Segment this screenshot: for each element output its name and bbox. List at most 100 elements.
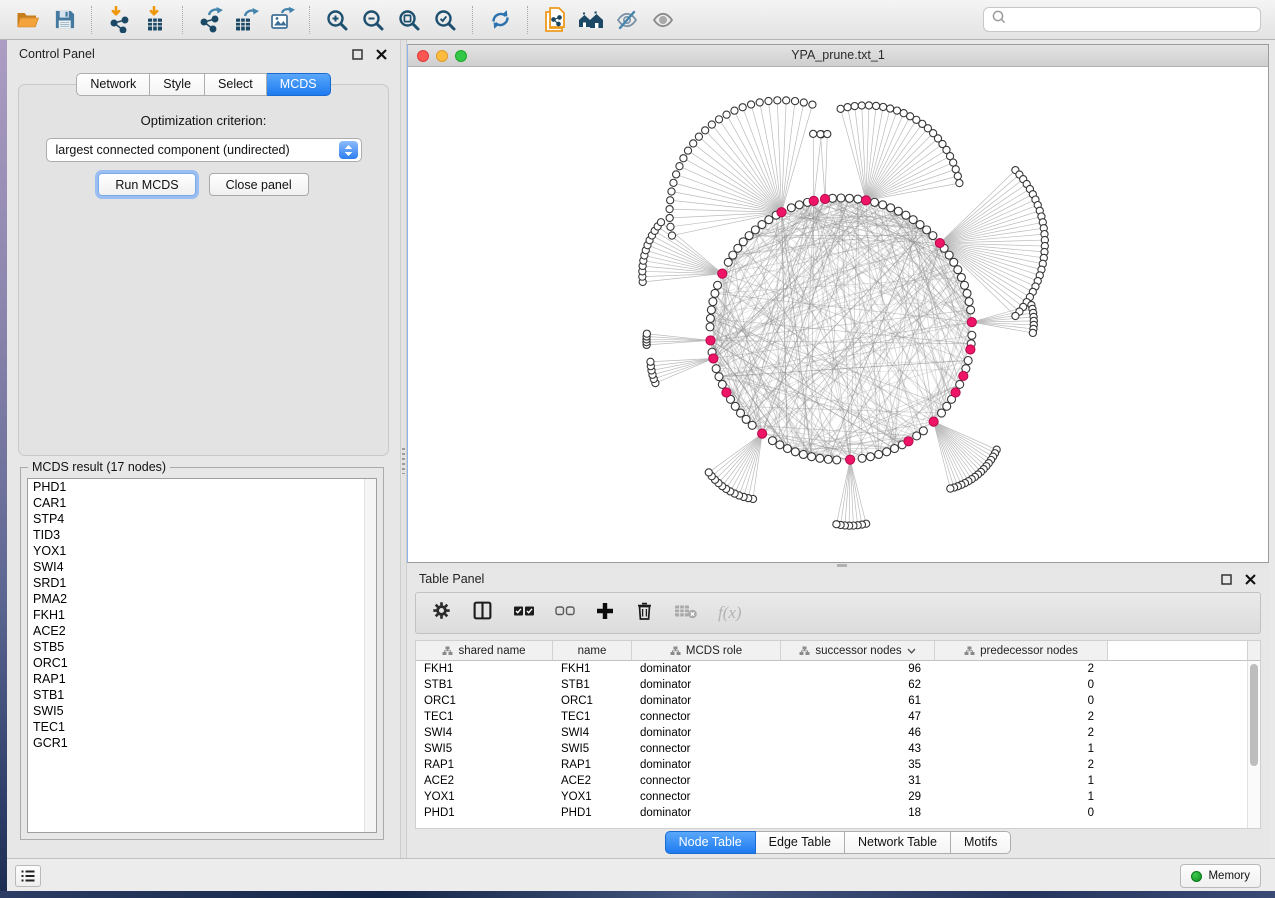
- close-panel-button[interactable]: Close panel: [209, 173, 309, 196]
- mcds-result-node[interactable]: SRD1: [28, 575, 376, 591]
- create-column-plus-icon[interactable]: [595, 601, 615, 626]
- search-field[interactable]: [983, 7, 1261, 32]
- delete-column-trash-icon[interactable]: [635, 600, 654, 626]
- splitter-grip[interactable]: [837, 564, 847, 567]
- tab-mcds[interactable]: MCDS: [267, 73, 331, 96]
- mcds-result-group: MCDS result (17 nodes) PHD1CAR1STP4TID3Y…: [20, 467, 384, 840]
- column-header-predecessor-nodes[interactable]: predecessor nodes: [935, 641, 1108, 661]
- optimization-criterion-select[interactable]: largest connected component (undirected): [46, 138, 362, 162]
- mcds-result-node[interactable]: STP4: [28, 511, 376, 527]
- mcds-result-node[interactable]: STB5: [28, 639, 376, 655]
- table-row[interactable]: FKH1FKH1dominator962: [416, 661, 1260, 677]
- table-cell: 2: [935, 757, 1108, 773]
- result-list-scrollbar[interactable]: [364, 479, 376, 832]
- table-row[interactable]: SWI4SWI4dominator462: [416, 725, 1260, 741]
- mcds-result-node[interactable]: PHD1: [28, 479, 376, 495]
- window-maximize-icon[interactable]: [455, 50, 467, 62]
- table-cell: 43: [781, 741, 935, 757]
- mcds-result-node[interactable]: CAR1: [28, 495, 376, 511]
- mcds-result-node[interactable]: TEC1: [28, 719, 376, 735]
- deselect-all-rows-icon[interactable]: [555, 604, 575, 623]
- table-row[interactable]: ACE2ACE2connector311: [416, 773, 1260, 789]
- mcds-result-node[interactable]: RAP1: [28, 671, 376, 687]
- close-panel-icon[interactable]: [1243, 572, 1257, 586]
- table-row[interactable]: SWI5SWI5connector431: [416, 741, 1260, 757]
- mcds-result-node[interactable]: SWI4: [28, 559, 376, 575]
- export-table-icon[interactable]: [228, 4, 264, 36]
- import-table-icon[interactable]: [137, 4, 173, 36]
- float-panel-icon[interactable]: [350, 47, 364, 61]
- vertical-splitter[interactable]: [400, 40, 407, 858]
- column-header-successor-nodes[interactable]: successor nodes: [781, 641, 935, 661]
- mcds-result-node[interactable]: STB1: [28, 687, 376, 703]
- table-row[interactable]: TEC1TEC1connector472: [416, 709, 1260, 725]
- tab-node-table[interactable]: Node Table: [665, 831, 756, 854]
- function-builder-icon[interactable]: f(x): [718, 603, 742, 623]
- mcds-result-node[interactable]: PMA2: [28, 591, 376, 607]
- mcds-result-list[interactable]: PHD1CAR1STP4TID3YOX1SWI4SRD1PMA2FKH1ACE2…: [27, 478, 377, 833]
- show-graphics-details-icon[interactable]: [645, 4, 681, 36]
- window-minimize-icon[interactable]: [436, 50, 448, 62]
- control-panel-title: Control Panel: [19, 47, 95, 61]
- delete-table-icon[interactable]: [674, 603, 698, 624]
- toolbar-separator: [309, 6, 310, 34]
- tab-edge-table[interactable]: Edge Table: [756, 831, 845, 854]
- mcds-result-node[interactable]: GCR1: [28, 735, 376, 751]
- task-history-button[interactable]: [15, 865, 41, 887]
- node-table: shared name name MCDS role successor nod…: [415, 640, 1261, 829]
- table-cell: ORC1: [553, 693, 632, 709]
- list-icon: [20, 869, 36, 883]
- mcds-result-node[interactable]: SWI5: [28, 703, 376, 719]
- export-image-icon[interactable]: [264, 4, 300, 36]
- table-row[interactable]: PHD1PHD1dominator180: [416, 805, 1260, 821]
- export-network-icon[interactable]: [192, 4, 228, 36]
- hide-graphics-details-icon[interactable]: [609, 4, 645, 36]
- show-column-panel-icon[interactable]: [472, 600, 493, 626]
- scrollbar-thumb[interactable]: [1250, 664, 1258, 766]
- table-settings-gear-icon[interactable]: [431, 600, 452, 626]
- zoom-in-icon[interactable]: [319, 4, 355, 36]
- tab-style[interactable]: Style: [150, 73, 205, 96]
- mcds-result-node[interactable]: ORC1: [28, 655, 376, 671]
- float-panel-icon[interactable]: [1219, 572, 1233, 586]
- zoom-out-icon[interactable]: [355, 4, 391, 36]
- save-session-icon[interactable]: [46, 4, 82, 36]
- table-cell: connector: [632, 741, 781, 757]
- mcds-result-node[interactable]: YOX1: [28, 543, 376, 559]
- table-panel-title: Table Panel: [419, 572, 484, 586]
- close-panel-icon[interactable]: [374, 47, 388, 61]
- mcds-result-node[interactable]: ACE2: [28, 623, 376, 639]
- apply-layout-icon[interactable]: [482, 4, 518, 36]
- network-canvas[interactable]: [408, 67, 1268, 562]
- open-file-icon[interactable]: [10, 4, 46, 36]
- table-row[interactable]: YOX1YOX1connector291: [416, 789, 1260, 805]
- window-close-icon[interactable]: [417, 50, 429, 62]
- tab-motifs[interactable]: Motifs: [951, 831, 1011, 854]
- column-header-shared-name[interactable]: shared name: [416, 641, 553, 661]
- import-network-icon[interactable]: [101, 4, 137, 36]
- memory-button[interactable]: Memory: [1180, 864, 1261, 888]
- tab-select[interactable]: Select: [205, 73, 267, 96]
- zoom-fit-icon[interactable]: [391, 4, 427, 36]
- table-cell: 47: [781, 709, 935, 725]
- search-input[interactable]: [1012, 13, 1253, 27]
- first-neighbors-icon[interactable]: [573, 4, 609, 36]
- tab-network[interactable]: Network: [76, 73, 150, 96]
- network-titlebar[interactable]: YPA_prune.txt_1: [408, 45, 1268, 67]
- table-row[interactable]: RAP1RAP1dominator352: [416, 757, 1260, 773]
- table-row[interactable]: ORC1ORC1dominator610: [416, 693, 1260, 709]
- column-header-mcds-role[interactable]: MCDS role: [632, 641, 781, 661]
- mcds-result-node[interactable]: FKH1: [28, 607, 376, 623]
- mcds-result-node[interactable]: TID3: [28, 527, 376, 543]
- tab-network-table[interactable]: Network Table: [845, 831, 951, 854]
- table-cell: TEC1: [416, 709, 553, 725]
- table-row[interactable]: STB1STB1dominator620: [416, 677, 1260, 693]
- splitter-grip[interactable]: [402, 448, 405, 474]
- run-mcds-button[interactable]: Run MCDS: [98, 173, 195, 196]
- select-all-rows-icon[interactable]: [513, 603, 535, 624]
- open-session-icon[interactable]: [537, 4, 573, 36]
- zoom-selected-icon[interactable]: [427, 4, 463, 36]
- column-header-name[interactable]: name: [553, 641, 632, 661]
- table-scrollbar[interactable]: [1247, 661, 1260, 828]
- table-cell: 0: [935, 805, 1108, 821]
